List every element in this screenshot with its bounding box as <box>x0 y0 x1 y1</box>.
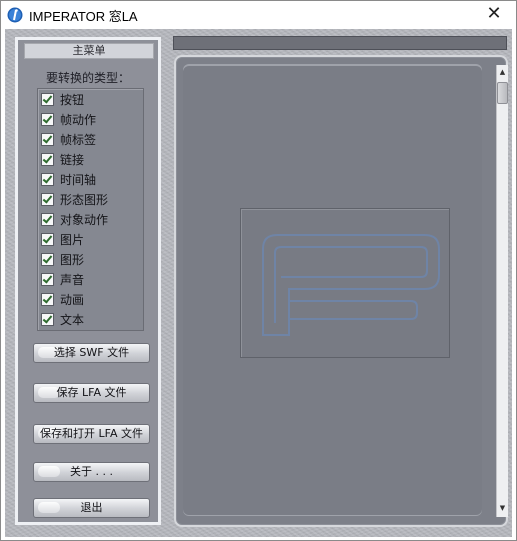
type-item-morph-shapes[interactable]: 形态图形 <box>41 190 108 208</box>
app-logo-icon <box>7 7 23 23</box>
checkbox[interactable] <box>41 292 54 306</box>
type-item-frame-actions[interactable]: 帧动作 <box>41 110 96 128</box>
type-item-text[interactable]: 文本 <box>41 310 84 328</box>
type-item-sounds[interactable]: 声音 <box>41 270 84 288</box>
type-item-timeline[interactable]: 时间轴 <box>41 170 96 188</box>
client-area: 主菜单 要转换的类型： 按钮 帧动作 帧标签 链接 时间轴 形态图形 对象动作 … <box>5 29 512 537</box>
about-button[interactable]: 关于 . . . <box>33 462 150 482</box>
window-title: IMPERATOR 窓LA <box>29 9 138 24</box>
exit-button[interactable]: 退出 <box>33 498 150 518</box>
checkbox[interactable] <box>41 312 54 326</box>
save-lfa-button[interactable]: 保存 LFA 文件 <box>33 383 150 403</box>
main-menu-panel: 主菜单 要转换的类型： 按钮 帧动作 帧标签 链接 时间轴 形态图形 对象动作 … <box>15 37 161 525</box>
title-bar: IMPERATOR 窓LA ✕ <box>1 1 516 29</box>
checkbox[interactable] <box>41 232 54 246</box>
panel-header: 主菜单 <box>24 43 154 59</box>
types-label: 要转换的类型： <box>45 71 130 85</box>
checkbox[interactable] <box>41 212 54 226</box>
select-swf-button[interactable]: 选择 SWF 文件 <box>33 343 150 363</box>
content-frame: ▲ ▼ <box>174 55 508 527</box>
type-item-frame-labels[interactable]: 帧标签 <box>41 130 96 148</box>
type-item-object-actions[interactable]: 对象动作 <box>41 210 108 228</box>
checkbox[interactable] <box>41 252 54 266</box>
checkbox[interactable] <box>41 92 54 106</box>
checkbox[interactable] <box>41 172 54 186</box>
f-logo-icon <box>262 234 440 336</box>
type-item-shapes[interactable]: 图形 <box>41 250 84 268</box>
close-button[interactable]: ✕ <box>472 1 516 29</box>
close-icon: ✕ <box>486 3 502 24</box>
checkbox[interactable] <box>41 152 54 166</box>
checkbox[interactable] <box>41 112 54 126</box>
type-item-images[interactable]: 图片 <box>41 230 84 248</box>
scroll-down-icon[interactable]: ▼ <box>497 503 508 514</box>
app-window: IMPERATOR 窓LA ✕ 主菜单 要转换的类型： 按钮 帧动作 帧标签 链… <box>0 0 517 541</box>
types-list: 按钮 帧动作 帧标签 链接 时间轴 形态图形 对象动作 图片 图形 声音 动画 … <box>37 88 144 331</box>
vertical-scrollbar[interactable]: ▲ ▼ <box>496 65 508 517</box>
scroll-up-icon[interactable]: ▲ <box>497 67 508 78</box>
type-item-buttons[interactable]: 按钮 <box>41 90 84 108</box>
checkbox[interactable] <box>41 132 54 146</box>
logo-panel <box>240 208 450 358</box>
type-item-animations[interactable]: 动画 <box>41 290 84 308</box>
top-status-bar <box>173 36 507 50</box>
checkbox[interactable] <box>41 192 54 206</box>
checkbox[interactable] <box>41 272 54 286</box>
content-area <box>183 64 482 516</box>
type-item-links[interactable]: 链接 <box>41 150 84 168</box>
save-open-lfa-button[interactable]: 保存和打开 LFA 文件 <box>33 424 150 444</box>
scroll-thumb[interactable] <box>497 82 508 104</box>
